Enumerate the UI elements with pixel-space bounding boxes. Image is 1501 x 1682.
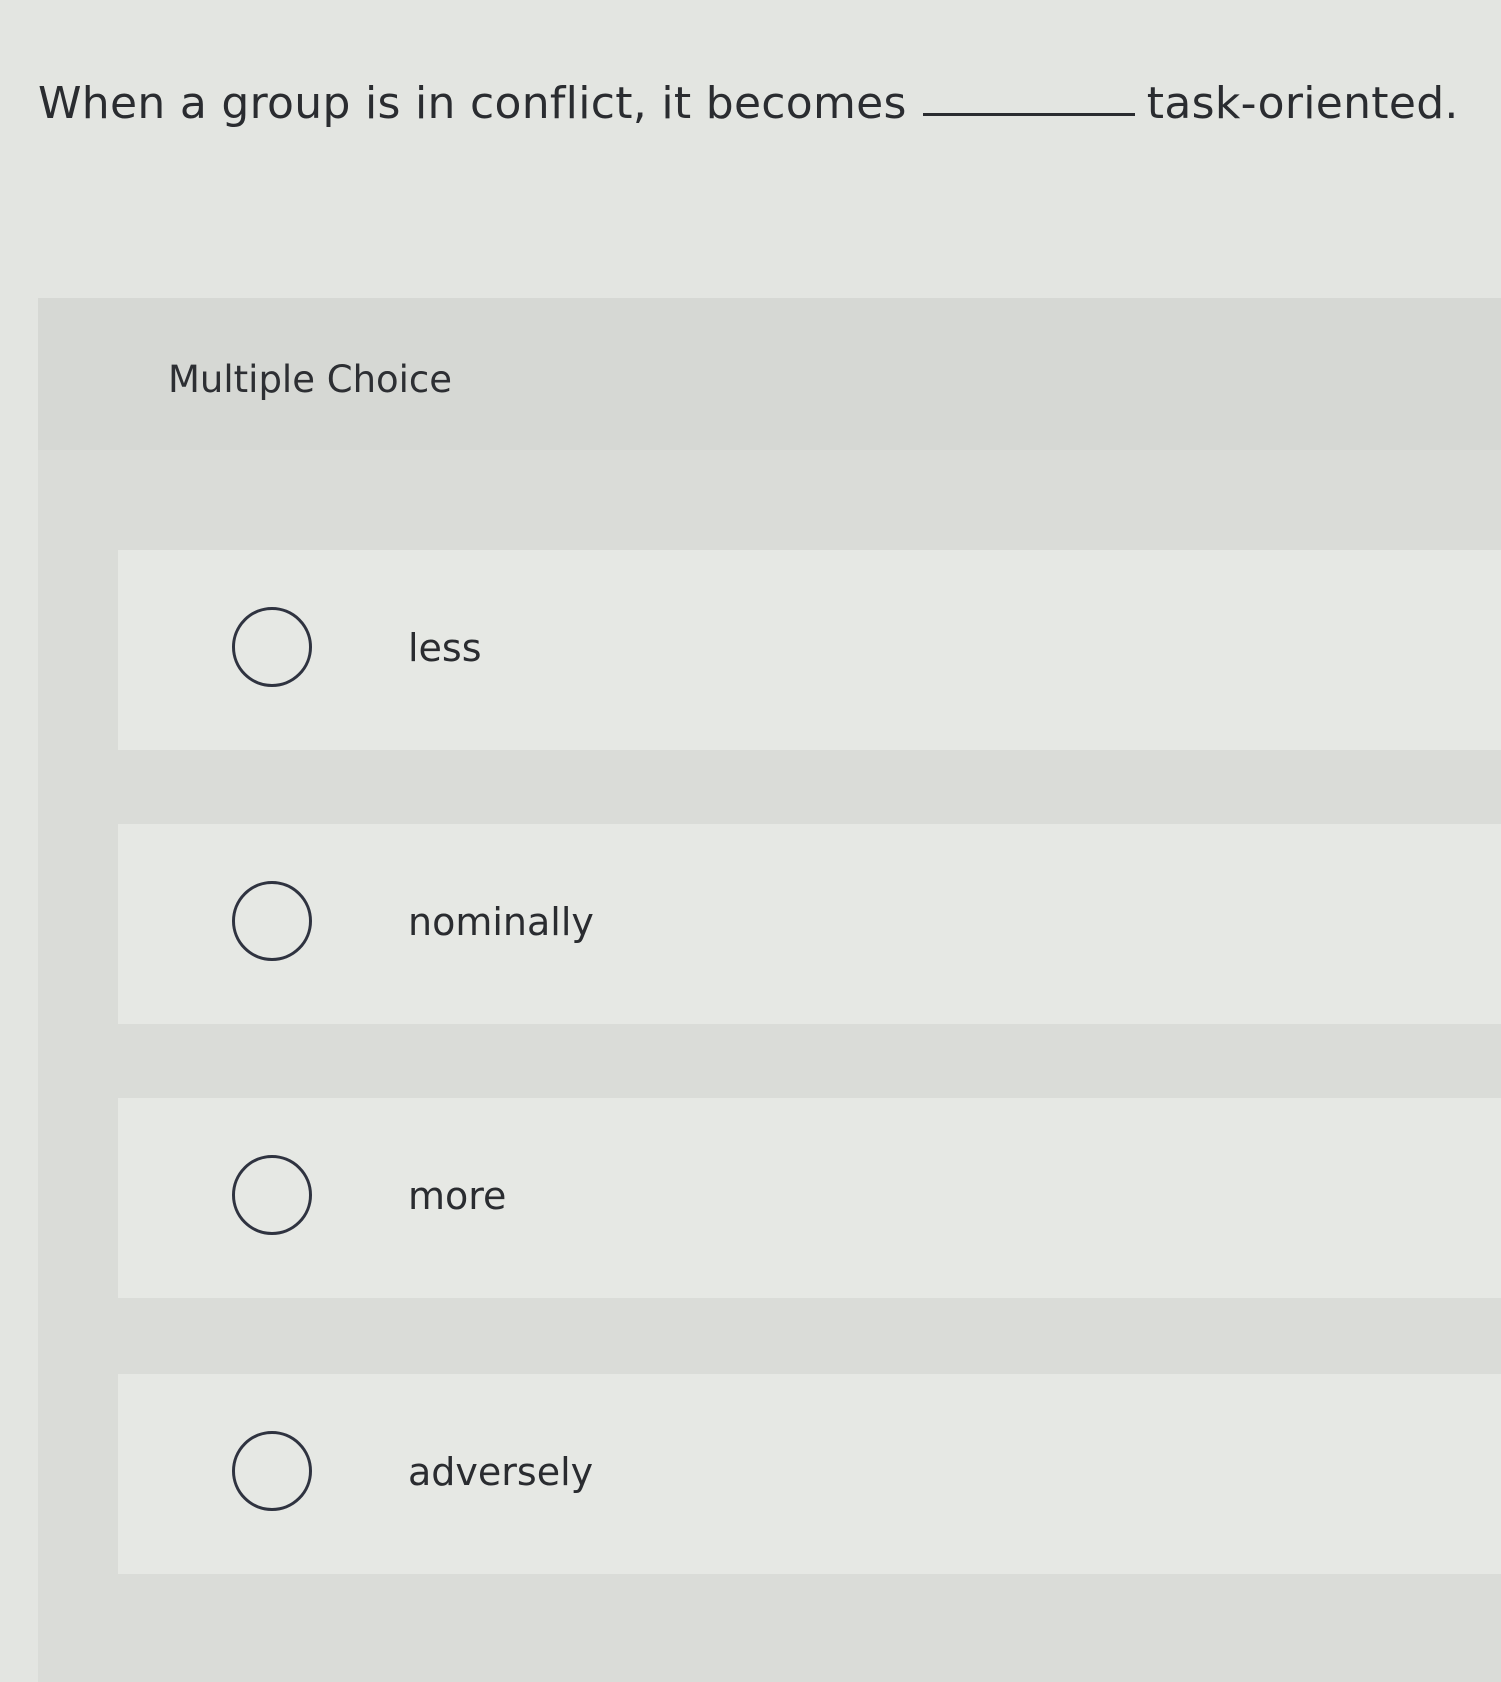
radio-button-icon[interactable]: [232, 1155, 312, 1235]
answer-blank: [922, 113, 1135, 116]
multiple-choice-panel: Multiple Choice less nominally more adve…: [38, 298, 1501, 1682]
question-text-before-blank: When a group is in conflict, it becomes: [38, 78, 907, 129]
option-label: nominally: [408, 900, 594, 944]
question-text-after-blank: task-oriented.: [1146, 78, 1459, 129]
radio-button-icon[interactable]: [232, 607, 312, 687]
question-text: When a group is in conflict, it becomes t…: [38, 78, 1459, 129]
section-title: Multiple Choice: [168, 358, 453, 401]
option-label: adversely: [408, 1450, 594, 1494]
option-more[interactable]: more: [118, 1098, 1501, 1298]
radio-button-icon[interactable]: [232, 1431, 312, 1511]
option-nominally[interactable]: nominally: [118, 824, 1501, 1024]
option-adversely[interactable]: adversely: [118, 1374, 1501, 1574]
radio-button-icon[interactable]: [232, 881, 312, 961]
option-label: less: [408, 626, 482, 670]
multiple-choice-header: Multiple Choice: [38, 298, 1501, 450]
option-less[interactable]: less: [118, 550, 1501, 750]
option-label: more: [408, 1174, 507, 1218]
